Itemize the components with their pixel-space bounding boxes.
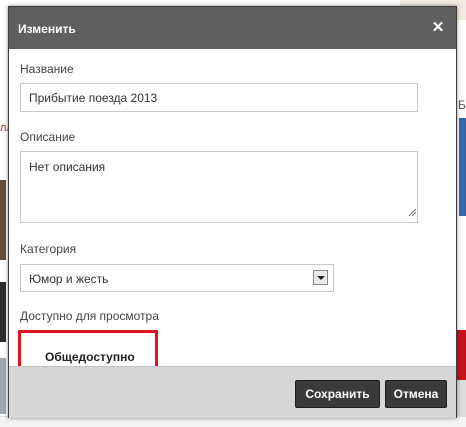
name-input[interactable] xyxy=(20,83,418,112)
resize-grip-icon[interactable] xyxy=(407,207,417,217)
privacy-label: Доступно для просмотра xyxy=(20,309,159,323)
category-select[interactable]: Юмор и жесть xyxy=(20,264,334,292)
dialog-title: Изменить xyxy=(18,22,76,36)
background-thumbnail xyxy=(0,180,6,260)
description-textarea[interactable]: Нет описания xyxy=(20,151,418,223)
dialog-header: Изменить ✕ xyxy=(9,7,456,49)
dialog-footer: Сохранить Отмена xyxy=(9,366,456,418)
category-selected-value: Юмор и жесть xyxy=(29,272,109,286)
background-thumbnail xyxy=(0,358,6,414)
background-right-text: Б xyxy=(458,98,466,112)
background-thumbnail xyxy=(0,282,6,342)
name-label: Название xyxy=(20,62,74,76)
close-icon[interactable]: ✕ xyxy=(430,20,446,36)
cancel-button[interactable]: Отмена xyxy=(385,380,447,408)
background-banner xyxy=(459,118,466,216)
save-button[interactable]: Сохранить xyxy=(295,380,380,408)
category-label: Категория xyxy=(20,242,77,256)
chevron-down-icon[interactable] xyxy=(313,270,328,285)
privacy-selected-value: Общедоступно xyxy=(45,350,135,364)
description-label: Описание xyxy=(20,130,76,144)
edit-dialog: Изменить ✕ Название Описание Нет описани… xyxy=(8,6,457,418)
